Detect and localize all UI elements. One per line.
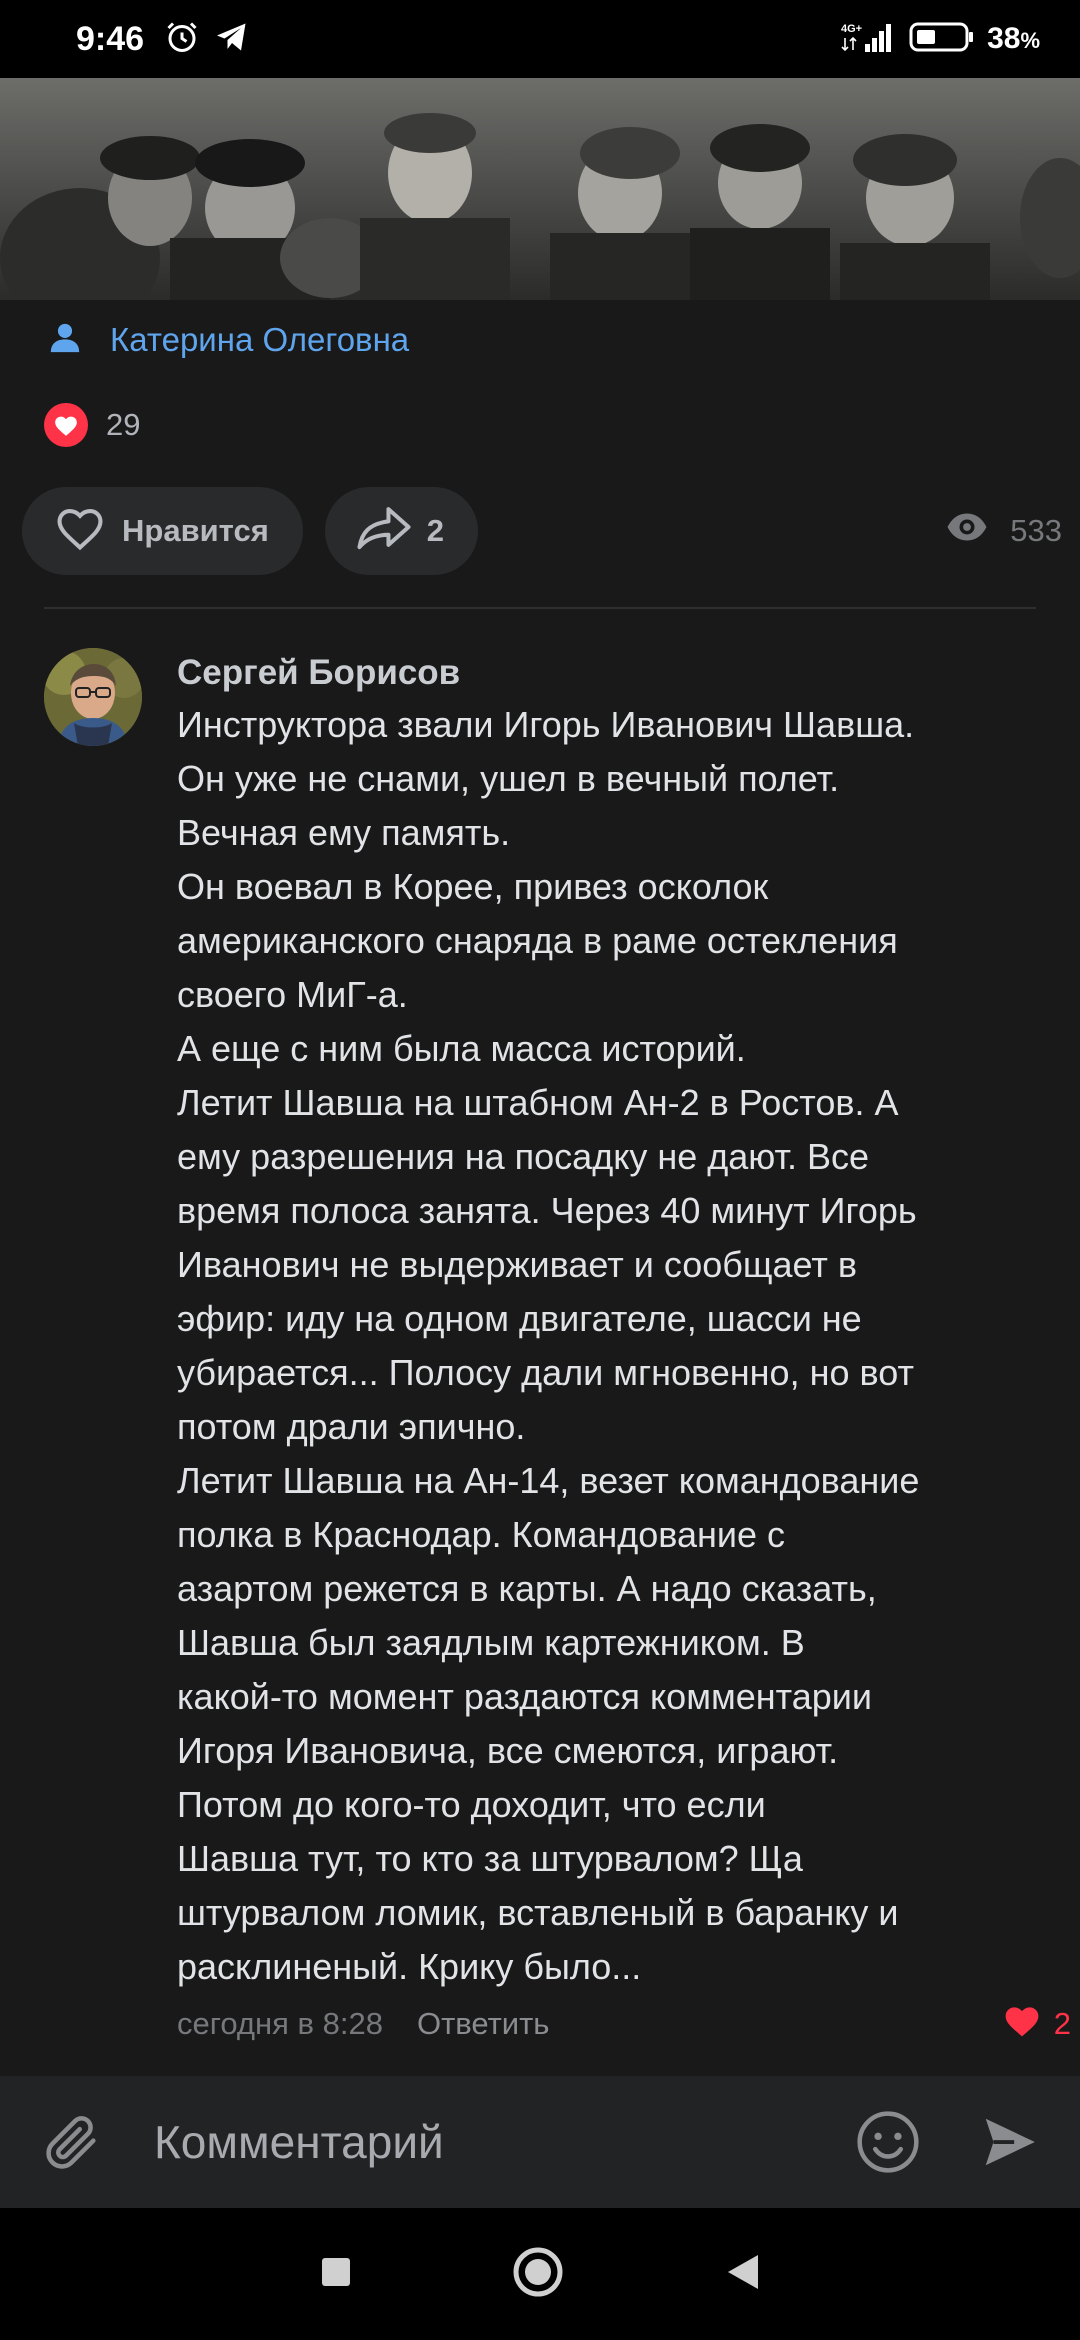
reply-button[interactable]: Ответить xyxy=(417,2006,550,2042)
avatar-image xyxy=(44,648,142,746)
post-actions: Нравится 2 533 xyxy=(22,487,1062,575)
svg-text:4G+: 4G+ xyxy=(841,23,862,35)
smile-icon xyxy=(857,2111,919,2173)
comment-timestamp: сегодня в 8:28 xyxy=(177,2006,383,2041)
like-button[interactable]: Нравится xyxy=(22,487,303,575)
alarm-icon xyxy=(164,19,200,60)
heart-filled-icon xyxy=(1002,2002,1042,2046)
share-count: 2 xyxy=(426,513,445,548)
send-icon xyxy=(985,2118,1035,2166)
likes-count: 29 xyxy=(106,407,141,442)
recents-button[interactable] xyxy=(320,2256,352,2293)
paperclip-icon xyxy=(46,2116,96,2169)
post-photo-image xyxy=(0,78,1080,300)
post-photo[interactable] xyxy=(0,78,1080,300)
post-author-name[interactable]: Катерина Олеговна xyxy=(110,321,409,359)
signal-icon: 4G+ xyxy=(841,20,897,59)
comment-composer xyxy=(0,2076,1080,2208)
views-counter: 533 xyxy=(946,512,1062,550)
emoji-button[interactable] xyxy=(854,2108,922,2176)
share-icon xyxy=(355,502,413,560)
system-nav-bar xyxy=(0,2208,1080,2340)
eye-icon xyxy=(946,512,988,550)
heart-outline-icon xyxy=(52,502,108,560)
home-button[interactable] xyxy=(512,2246,564,2303)
views-count: 533 xyxy=(1010,513,1062,548)
user-icon xyxy=(48,321,82,360)
status-time: 9:46 xyxy=(76,19,145,58)
send-button[interactable] xyxy=(978,2111,1040,2173)
avatar[interactable] xyxy=(44,648,142,746)
back-button[interactable] xyxy=(724,2253,760,2296)
like-button-label: Нравится xyxy=(122,513,269,548)
status-bar: 9:46 4G+ 38% xyxy=(0,0,1080,78)
post-author[interactable]: Катерина Олеговна xyxy=(48,318,409,362)
attach-button[interactable] xyxy=(40,2110,104,2174)
likes-summary[interactable]: 29 xyxy=(44,400,140,450)
battery-icon xyxy=(909,21,975,58)
telegram-icon xyxy=(214,19,250,60)
comment-author[interactable]: Сергей Борисов xyxy=(177,648,1077,698)
battery-percent: 38 xyxy=(987,22,1021,55)
comment-like-count: 2 xyxy=(1053,2006,1071,2041)
divider xyxy=(44,607,1036,609)
comment-footer: сегодня в 8:28 Ответить 2 xyxy=(177,1998,1077,2050)
comment-input[interactable] xyxy=(152,2114,854,2170)
heart-badge-icon xyxy=(44,403,88,447)
comment-like-button[interactable]: 2 xyxy=(1002,2002,1071,2046)
share-button[interactable]: 2 xyxy=(324,487,479,575)
comment-text: Инструктора звали Игорь Иванович Шавша. … xyxy=(177,704,920,1987)
